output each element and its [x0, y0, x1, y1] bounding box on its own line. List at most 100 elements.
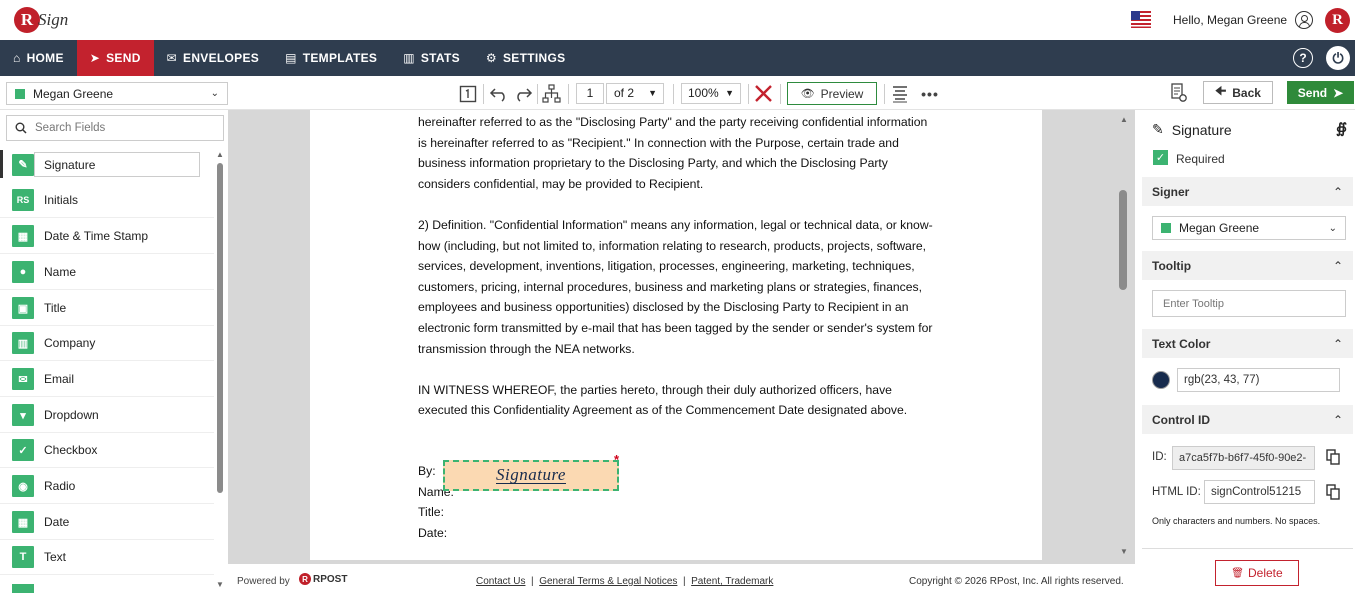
powered-by-text: Powered by [237, 576, 290, 587]
signer-section-header[interactable]: Signer ⌃ [1142, 177, 1353, 206]
patent-link[interactable]: Patent, Trademark [691, 576, 773, 587]
control-id-field[interactable]: a7ca5f7b-b6f7-45f0-90e2- [1172, 446, 1315, 470]
section-title: Signer [1152, 184, 1190, 199]
nav-templates[interactable]: ▤ TEMPLATES [272, 40, 390, 76]
recipient-select[interactable]: Megan Greene ⌄ [6, 82, 228, 105]
signer-select[interactable]: Megan Greene ⌄ [1152, 216, 1346, 240]
field-item-signature[interactable]: ✎ Signature [0, 147, 214, 182]
field-item-label-partial[interactable] [12, 584, 34, 593]
nav-label: HOME [26, 51, 64, 65]
building-icon: ▥ [12, 332, 34, 354]
signature-field[interactable]: Signature [443, 460, 619, 491]
copy-icon[interactable] [1326, 484, 1340, 500]
scroll-down-arrow-icon[interactable]: ▼ [216, 580, 224, 589]
terms-link[interactable]: General Terms & Legal Notices [539, 576, 677, 587]
doc-paragraph: 2) Definition. "Confidential Information… [418, 217, 933, 356]
toolbar-divider [884, 84, 885, 104]
document-scrollbar-thumb[interactable] [1119, 190, 1127, 290]
field-item-email[interactable]: ✉ Email [0, 362, 214, 397]
html-id-hint: Only characters and numbers. No spaces. [1152, 516, 1321, 526]
chevron-up-icon: ⌃ [1332, 258, 1343, 273]
trash-icon: 🗑 [1231, 567, 1244, 579]
required-marker: * [614, 452, 620, 467]
section-title: Text Color [1152, 336, 1211, 351]
page-select[interactable]: of 2 ▼ [606, 83, 664, 104]
field-item-title[interactable]: ▣ Title [0, 291, 214, 326]
toolbar-divider [537, 84, 538, 104]
copy-icon[interactable] [1326, 449, 1340, 465]
required-checkbox[interactable]: ✓ [1153, 150, 1168, 165]
left-scrollbar-thumb[interactable] [217, 163, 223, 493]
back-button[interactable]: 🠈 Back [1203, 81, 1273, 104]
power-icon[interactable]: ⏻ [1326, 46, 1350, 70]
zoom-select[interactable]: 100% ▼ [681, 83, 741, 104]
user-profile-icon[interactable] [1295, 11, 1313, 29]
dropdown-icon: ▾ [12, 404, 34, 426]
envelope-icon: ✉ [166, 51, 178, 65]
preview-label: Preview [820, 86, 864, 101]
more-options-icon[interactable]: ••• [920, 84, 940, 104]
search-placeholder: Search Fields [35, 122, 106, 134]
text-color-section-header[interactable]: Text Color ⌃ [1142, 329, 1353, 358]
toolbar-divider [568, 84, 569, 104]
nav-stats[interactable]: ▥ STATS [390, 40, 473, 76]
tooltip-section-header[interactable]: Tooltip ⌃ [1142, 251, 1353, 280]
checkbox-icon: ✓ [12, 439, 34, 461]
field-item-checkbox[interactable]: ✓ Checkbox [0, 433, 214, 468]
field-item-company[interactable]: ▥ Company [0, 326, 214, 361]
greeting-text: Hello, Megan Greene [1173, 13, 1288, 27]
tooltip-input[interactable]: Enter Tooltip [1152, 290, 1346, 317]
search-icon [15, 122, 27, 134]
hierarchy-icon[interactable] [542, 84, 561, 103]
redo-icon[interactable] [513, 86, 533, 102]
field-item-name[interactable]: ● Name [0, 255, 214, 290]
person-icon: ● [12, 261, 34, 283]
stats-icon: ▥ [403, 51, 415, 65]
field-item-text[interactable]: T Text [0, 540, 214, 575]
control-id-section-header[interactable]: Control ID ⌃ [1142, 405, 1353, 434]
field-label: Signature [44, 157, 96, 172]
fit-page-icon[interactable] [459, 85, 477, 103]
toolbar-divider [483, 84, 484, 104]
field-item-initials[interactable]: RS Initials [0, 183, 214, 218]
search-fields-input[interactable]: Search Fields [6, 115, 224, 141]
nav-settings[interactable]: ⚙ SETTINGS [473, 40, 578, 76]
scroll-up-arrow-icon[interactable]: ▲ [216, 150, 224, 159]
align-icon[interactable] [892, 85, 908, 103]
radio-icon: ◉ [12, 475, 34, 497]
field-item-dropdown[interactable]: ▾ Dropdown [0, 398, 214, 433]
text-icon: T [12, 546, 34, 568]
calendar-icon: ▦ [12, 511, 34, 533]
delete-button[interactable]: 🗑 Delete [1215, 560, 1299, 586]
rpost-brand-icon[interactable]: R [1325, 8, 1350, 33]
scroll-up-arrow-icon[interactable]: ▲ [1120, 115, 1128, 124]
field-item-radio[interactable]: ◉ Radio [0, 469, 214, 504]
nav-home[interactable]: ⌂ HOME [0, 40, 77, 76]
preview-button[interactable]: 👁 Preview [787, 82, 877, 105]
copyright-text: Copyright © 2026 RPost, Inc. All rights … [909, 576, 1124, 587]
text-color-input[interactable]: rgb(23, 43, 77) [1177, 368, 1340, 392]
signature-field-label: Signature [496, 465, 566, 484]
required-label: Required [1176, 152, 1225, 166]
logo-text: Sign [38, 10, 69, 29]
briefcase-icon: ▣ [12, 297, 34, 319]
rsign-logo[interactable]: R Sign [14, 6, 68, 34]
color-picker-swatch[interactable] [1152, 371, 1170, 389]
page-number-input[interactable]: 1 [576, 83, 604, 104]
scroll-down-arrow-icon[interactable]: ▼ [1120, 547, 1128, 556]
undo-icon[interactable] [489, 86, 509, 102]
field-item-date[interactable]: ▦ Date [0, 505, 214, 540]
clear-fields-icon[interactable] [754, 84, 773, 103]
contact-us-link[interactable]: Contact Us [476, 576, 525, 587]
nav-send[interactable]: ➤ SEND [76, 40, 154, 76]
us-flag-icon[interactable] [1131, 11, 1151, 28]
nav-envelopes[interactable]: ✉ ENVELOPES [154, 40, 272, 76]
signer-color-swatch [1161, 223, 1171, 233]
doc-paragraph: IN WITNESS WHEREOF, the parties hereto, … [418, 382, 908, 418]
html-id-input[interactable]: signControl51215 [1204, 480, 1315, 504]
field-item-date-time-stamp[interactable]: ▦ Date & Time Stamp [0, 219, 214, 254]
send-button[interactable]: Send ➤ [1287, 81, 1354, 104]
collapse-panel-icon[interactable]: ∯ [1336, 120, 1347, 137]
help-icon[interactable]: ? [1293, 48, 1313, 68]
document-settings-icon[interactable] [1170, 83, 1188, 103]
